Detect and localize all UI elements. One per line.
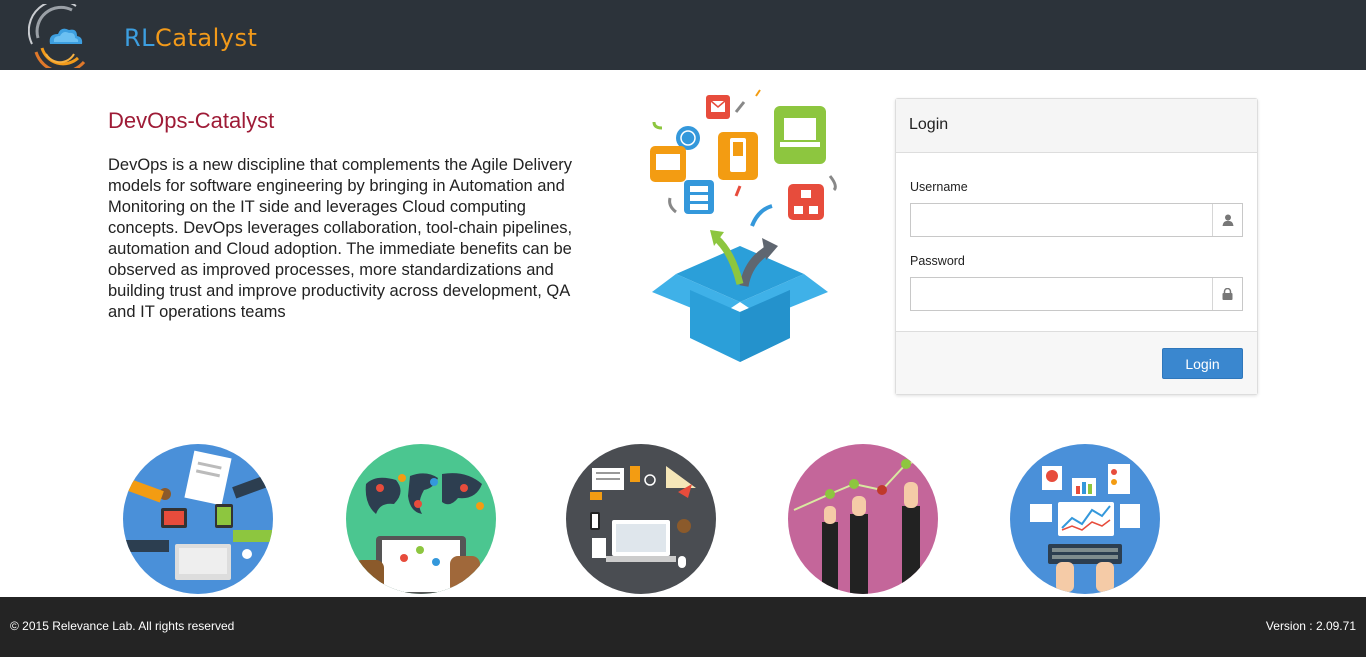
copyright-text: © 2015 Relevance Lab. All rights reserve… [10, 619, 235, 633]
username-label: Username [910, 180, 968, 194]
login-panel-heading: Login [896, 99, 1257, 153]
password-field-group [910, 277, 1243, 311]
rlcatalyst-logo[interactable]: RLCatalyst [28, 4, 257, 68]
open-box-apps-illustration [650, 89, 837, 362]
user-icon [1212, 204, 1242, 236]
logo-suffix: Catalyst [155, 24, 258, 52]
login-panel-footer: Login [896, 332, 1257, 394]
world-map-tablet-icon [346, 444, 496, 594]
team-collaboration-icon [123, 444, 273, 594]
username-field-group [910, 203, 1243, 237]
workspace-laptop-icon [566, 444, 716, 594]
username-input[interactable] [911, 204, 1212, 236]
lock-icon [1212, 278, 1242, 310]
logo-prefix: RL [124, 24, 156, 52]
page-footer: © 2015 Relevance Lab. All rights reserve… [0, 597, 1366, 657]
login-button[interactable]: Login [1162, 348, 1243, 379]
cloud-swirl-logo-icon [28, 4, 86, 68]
password-label: Password [910, 254, 965, 268]
password-input[interactable] [911, 278, 1212, 310]
intro-description: DevOps is a new discipline that compleme… [108, 156, 573, 321]
growth-chart-hands-icon [788, 444, 938, 594]
logo-wordmark: RLCatalyst [124, 24, 257, 52]
top-navbar: RLCatalyst [0, 0, 1366, 70]
intro-title: DevOps-Catalyst [108, 108, 275, 133]
analytics-dashboard-icon [1010, 444, 1160, 594]
login-panel: Login Username Password Login [895, 98, 1258, 395]
login-form: Username Password [896, 153, 1257, 332]
version-text: Version : 2.09.71 [1265, 619, 1356, 633]
